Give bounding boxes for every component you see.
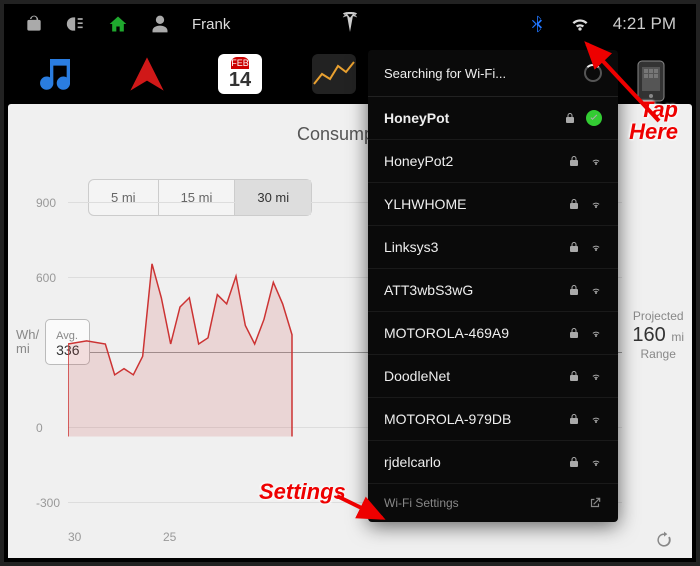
ytick-900: 900: [36, 196, 56, 210]
phone-app[interactable]: [636, 59, 666, 108]
wifi-signal-icon: [590, 284, 602, 296]
calendar-app[interactable]: FEB 14: [218, 54, 262, 94]
wifi-header: Searching for Wi-Fi...: [368, 50, 618, 97]
wifi-network-row[interactable]: YLHWHOME: [368, 183, 618, 226]
wifi-network-row[interactable]: HoneyPot2: [368, 140, 618, 183]
xtick-30: 30: [68, 530, 81, 544]
headlights-icon[interactable]: [66, 14, 86, 34]
music-app[interactable]: [34, 53, 76, 95]
external-link-icon: [588, 496, 602, 510]
person-icon[interactable]: [150, 14, 170, 34]
wifi-network-name: rjdelcarlo: [384, 454, 441, 470]
wifi-network-name: Linksys3: [384, 239, 438, 255]
tesla-logo-icon[interactable]: [341, 12, 359, 32]
wifi-signal-icon: [590, 155, 602, 167]
wifi-signal-icon: [590, 327, 602, 339]
clock-label: 4:21 PM: [613, 14, 676, 34]
lock-icon: [568, 327, 580, 339]
wifi-network-row[interactable]: MOTOROLA-979DB: [368, 398, 618, 441]
wifi-signal-icon: [590, 370, 602, 382]
ytick-600: 600: [36, 271, 56, 285]
lock-icon: [568, 241, 580, 253]
wifi-network-name: YLHWHOME: [384, 196, 466, 212]
bluetooth-icon[interactable]: [527, 14, 547, 34]
lock-icon: [568, 198, 580, 210]
ytick-0: 0: [36, 421, 43, 435]
status-bar: Frank 4:21 PM: [4, 4, 696, 44]
wifi-signal-icon: [590, 456, 602, 468]
wifi-network-row[interactable]: ATT3wbS3wG: [368, 269, 618, 312]
lock-icon: [568, 284, 580, 296]
lock-icon: [564, 112, 576, 124]
wifi-network-row[interactable]: rjdelcarlo: [368, 441, 618, 484]
home-icon[interactable]: [108, 14, 128, 34]
wifi-settings-link[interactable]: Wi-Fi Settings: [368, 484, 618, 522]
wifi-network-row[interactable]: MOTOROLA-469A9: [368, 312, 618, 355]
wifi-network-name: HoneyPot: [384, 110, 449, 126]
wifi-signal-icon: [590, 413, 602, 425]
refresh-icon[interactable]: [654, 530, 674, 550]
unlock-icon[interactable]: [24, 14, 44, 34]
wifi-network-row[interactable]: HoneyPot: [368, 97, 618, 140]
check-icon: [586, 110, 602, 126]
wifi-dropdown: Searching for Wi-Fi... HoneyPot HoneyPot2…: [368, 50, 618, 522]
lock-icon: [568, 413, 580, 425]
lock-icon: [568, 370, 580, 382]
wifi-icon[interactable]: [569, 14, 591, 34]
ytick-n300: -300: [36, 496, 60, 510]
calendar-month: FEB: [231, 57, 249, 69]
nav-app[interactable]: [126, 53, 168, 95]
lock-icon: [568, 155, 580, 167]
energy-app[interactable]: [312, 54, 356, 94]
wifi-network-name: ATT3wbS3wG: [384, 282, 473, 298]
wifi-signal-icon: [590, 241, 602, 253]
xtick-25: 25: [163, 530, 176, 544]
spinner-icon: [584, 64, 602, 82]
wifi-network-row[interactable]: DoodleNet: [368, 355, 618, 398]
wifi-network-row[interactable]: Linksys3: [368, 226, 618, 269]
wifi-network-name: MOTOROLA-979DB: [384, 411, 511, 427]
wifi-network-name: DoodleNet: [384, 368, 450, 384]
wifi-network-name: MOTOROLA-469A9: [384, 325, 509, 341]
projected-box: Projected 160 mi Range: [632, 309, 684, 362]
username-label[interactable]: Frank: [192, 16, 230, 33]
wifi-signal-icon: [590, 198, 602, 210]
calendar-day: 14: [229, 69, 251, 92]
wifi-network-name: HoneyPot2: [384, 153, 453, 169]
lock-icon: [568, 456, 580, 468]
